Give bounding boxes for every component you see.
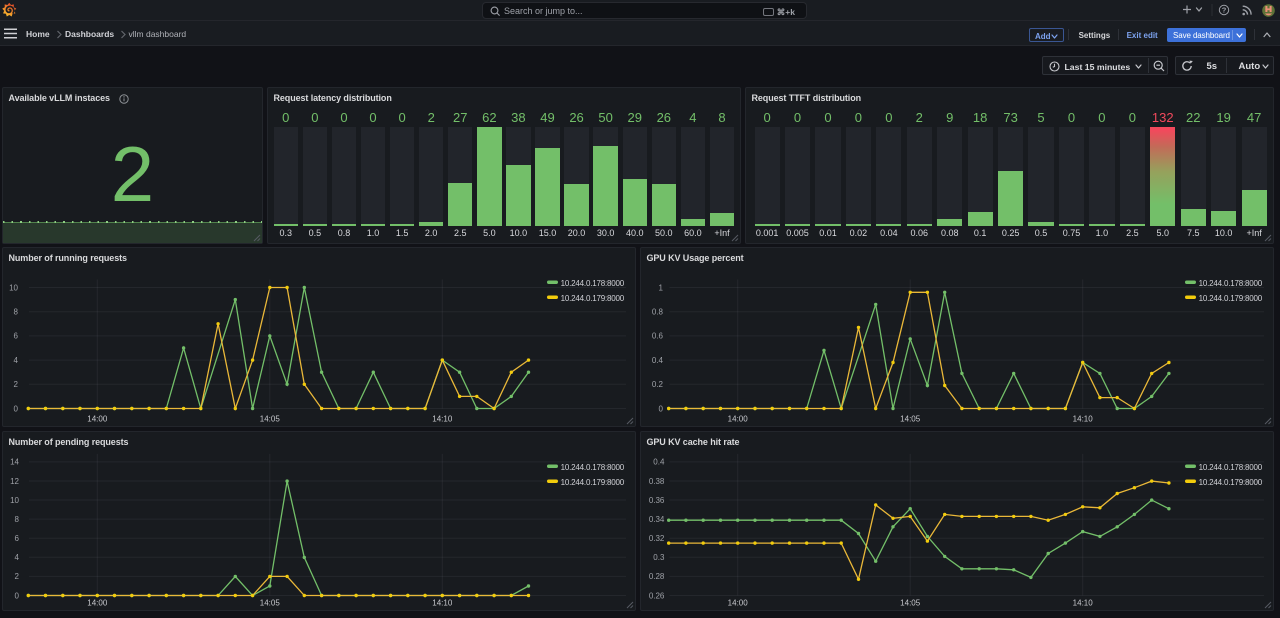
svg-text:10.244.0.178:8000: 10.244.0.178:8000: [561, 463, 625, 472]
svg-text:14:00: 14:00: [728, 599, 749, 608]
svg-text:14:05: 14:05: [260, 415, 281, 424]
svg-text:1: 1: [659, 283, 664, 292]
svg-text:2: 2: [15, 572, 20, 581]
svg-text:12: 12: [10, 477, 19, 486]
svg-text:10.244.0.178:8000: 10.244.0.178:8000: [1199, 463, 1263, 472]
svg-text:0: 0: [14, 404, 19, 413]
svg-text:0.4: 0.4: [652, 356, 664, 365]
svg-text:14:00: 14:00: [728, 415, 749, 424]
svg-text:14:00: 14:00: [87, 599, 108, 608]
svg-text:10.244.0.179:8000: 10.244.0.179:8000: [561, 478, 625, 487]
svg-text:0.32: 0.32: [649, 534, 665, 543]
svg-text:10: 10: [9, 283, 18, 292]
svg-text:6: 6: [15, 534, 20, 543]
svg-text:0: 0: [659, 404, 664, 413]
svg-text:14: 14: [10, 458, 19, 467]
svg-text:10.244.0.178:8000: 10.244.0.178:8000: [561, 279, 625, 288]
svg-text:10: 10: [10, 496, 19, 505]
svg-text:14:05: 14:05: [260, 599, 281, 608]
svg-text:0.38: 0.38: [649, 477, 665, 486]
svg-text:0.36: 0.36: [649, 496, 665, 505]
svg-text:14:10: 14:10: [432, 415, 453, 424]
svg-text:14:10: 14:10: [432, 599, 453, 608]
svg-text:4: 4: [14, 356, 19, 365]
svg-text:0.6: 0.6: [652, 332, 664, 341]
svg-text:0.28: 0.28: [649, 572, 665, 581]
svg-text:0.26: 0.26: [649, 591, 665, 600]
svg-text:?: ?: [1222, 6, 1227, 15]
svg-text:14:00: 14:00: [87, 415, 108, 424]
svg-text:0.3: 0.3: [653, 553, 665, 562]
svg-text:0.4: 0.4: [653, 458, 665, 467]
svg-text:14:05: 14:05: [900, 415, 921, 424]
svg-text:2: 2: [14, 380, 19, 389]
svg-text:10.244.0.179:8000: 10.244.0.179:8000: [1199, 294, 1263, 303]
svg-text:4: 4: [15, 553, 20, 562]
svg-text:0.34: 0.34: [649, 515, 665, 524]
svg-text:10.244.0.178:8000: 10.244.0.178:8000: [1199, 279, 1263, 288]
svg-text:10.244.0.179:8000: 10.244.0.179:8000: [561, 294, 625, 303]
svg-text:6: 6: [14, 332, 19, 341]
svg-text:0.8: 0.8: [652, 308, 664, 317]
svg-text:14:10: 14:10: [1073, 599, 1094, 608]
svg-text:10.244.0.179:8000: 10.244.0.179:8000: [1199, 478, 1263, 487]
svg-text:8: 8: [15, 515, 20, 524]
svg-text:0: 0: [15, 591, 20, 600]
svg-text:14:05: 14:05: [900, 599, 921, 608]
svg-text:8: 8: [14, 308, 19, 317]
svg-text:0.2: 0.2: [652, 380, 664, 389]
svg-text:14:10: 14:10: [1073, 415, 1094, 424]
